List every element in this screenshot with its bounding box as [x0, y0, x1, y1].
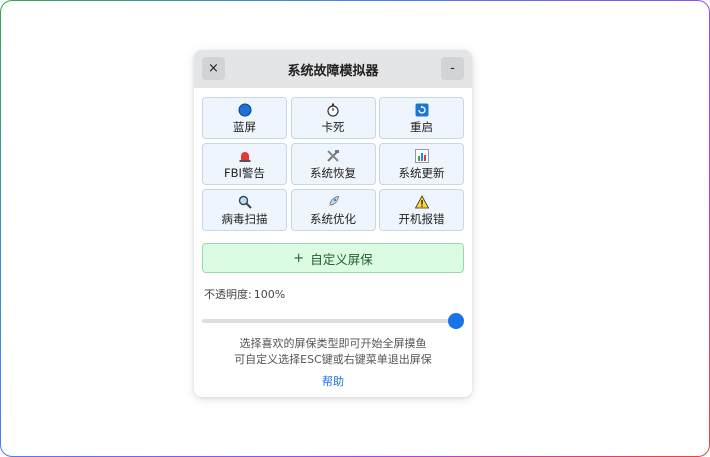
siren-icon [238, 149, 252, 163]
close-button[interactable]: × [202, 57, 225, 80]
tile-system-recovery[interactable]: 系统恢复 [290, 143, 376, 185]
screensaver-grid: 蓝屏 卡死 重启 FBI警告 系统恢复 系统更新 病毒扫描 系统优化 开机报错 [202, 97, 464, 231]
hint-line-1: 选择喜欢的屏保类型即可开始全屏摸鱼 [239, 337, 427, 350]
tile-label: 蓝屏 [233, 119, 256, 134]
tile-label: 系统恢复 [310, 165, 356, 180]
blue-circle-icon [238, 103, 252, 117]
tile-label: 系统优化 [310, 211, 356, 226]
restart-icon [415, 103, 429, 117]
opacity-label-text: 不透明度: [204, 288, 252, 301]
tile-label: 开机报错 [398, 211, 445, 226]
tile-fbi-warning[interactable]: FBI警告 [202, 143, 287, 185]
opacity-value: 100% [253, 288, 286, 301]
magnifier-icon [238, 195, 252, 209]
slider-track[interactable] [202, 319, 456, 323]
tile-label: 系统更新 [398, 165, 445, 180]
tile-virus-scan[interactable]: 病毒扫描 [202, 189, 287, 231]
hint-line-2: 可自定义选择ESC键或右键菜单退出屏保 [234, 353, 432, 366]
tile-bluescreen[interactable]: 蓝屏 [202, 97, 287, 139]
custom-screensaver-button[interactable]: + 自定义屏保 [202, 243, 464, 273]
custom-screensaver-label: 自定义屏保 [310, 251, 373, 267]
simulator-window: × 系统故障模拟器 - 蓝屏 卡死 重启 FBI警告 系统恢复 系统更新 病毒扫… [194, 50, 472, 397]
window-title: 系统故障模拟器 [287, 63, 379, 79]
tile-label: 重启 [410, 119, 433, 134]
opacity-label: 不透明度: 100% [202, 286, 285, 302]
tile-label: 卡死 [321, 119, 345, 134]
bar-chart-icon [414, 148, 429, 163]
tile-boot-error[interactable]: 开机报错 [379, 189, 464, 231]
tools-icon [326, 149, 340, 163]
warning-icon [414, 194, 429, 209]
tile-freeze[interactable]: 卡死 [290, 97, 376, 139]
stopwatch-icon [326, 103, 340, 117]
tile-restart[interactable]: 重启 [379, 97, 464, 139]
plus-icon: + [293, 250, 305, 266]
help-link[interactable]: 帮助 [194, 373, 472, 389]
tile-system-update[interactable]: 系统更新 [379, 143, 464, 185]
tile-system-optimize[interactable]: 系统优化 [290, 189, 376, 231]
slider-thumb[interactable] [448, 313, 464, 329]
opacity-slider[interactable] [202, 313, 464, 329]
tile-label: 病毒扫描 [221, 211, 268, 226]
minimize-button[interactable]: - [441, 57, 464, 80]
tile-label: FBI警告 [224, 165, 265, 180]
rocket-icon [326, 195, 340, 209]
title-bar: × 系统故障模拟器 - [194, 50, 472, 88]
